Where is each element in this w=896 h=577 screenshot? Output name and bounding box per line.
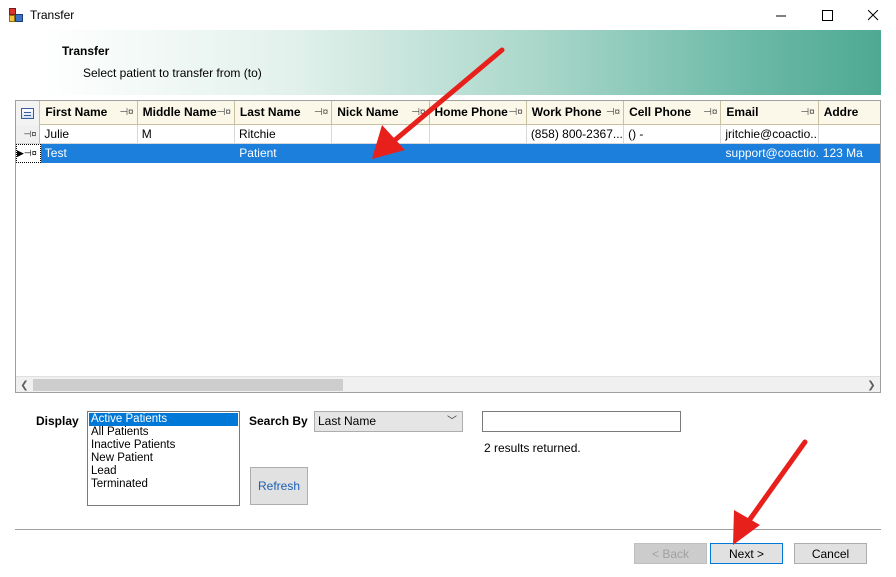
cell-last-name[interactable]: Ritchie (234, 125, 333, 144)
column-header-middle-name[interactable]: Middle Name ⊣¤ (138, 101, 235, 125)
maximize-icon (821, 9, 833, 21)
column-header-address[interactable]: Addre (819, 101, 880, 125)
column-header-last-name[interactable]: Last Name ⊣¤ (235, 101, 333, 125)
pin-icon[interactable]: ⊣¤ (217, 101, 231, 124)
maximize-button[interactable] (804, 0, 850, 30)
cell-nick-name[interactable] (332, 125, 430, 144)
cell-email[interactable]: jritchie@coactio... (721, 125, 819, 144)
pin-icon[interactable]: ⊣¤ (314, 101, 328, 124)
scroll-left-icon[interactable]: ❮ (16, 377, 33, 392)
cell-first-name[interactable]: Test (40, 144, 139, 163)
page-subtitle: Select patient to transfer from (to) (83, 66, 262, 80)
cell-home-phone[interactable] (429, 144, 528, 163)
pin-icon[interactable]: ⊣¤ (800, 101, 814, 124)
search-by-label: Search By (249, 414, 308, 428)
display-label: Display (36, 414, 79, 428)
window-title: Transfer (30, 8, 75, 22)
cell-cell-phone[interactable] (624, 144, 722, 163)
page-title: Transfer (62, 44, 110, 58)
column-chooser-icon (21, 107, 35, 119)
cell-address[interactable]: 123 Ma (818, 144, 880, 163)
minimize-icon (775, 15, 786, 16)
display-option[interactable]: Lead (89, 465, 238, 478)
patient-grid[interactable]: First Name ⊣¤ Middle Name ⊣¤ Last Name ⊣¤ N… (15, 100, 881, 393)
display-listbox[interactable]: Active Patients All Patients Inactive Pa… (87, 411, 240, 506)
next-button[interactable]: Next > (710, 543, 783, 564)
column-header-cell-phone[interactable]: Cell Phone ⊣¤ (624, 101, 722, 125)
pin-icon[interactable]: ⊣¤ (509, 101, 523, 124)
cell-last-name[interactable]: Patient (235, 144, 333, 163)
cell-middle-name[interactable]: M (137, 125, 235, 144)
cell-nick-name[interactable] (332, 144, 430, 163)
column-header-home-phone[interactable]: Home Phone ⊣¤ (430, 101, 527, 125)
column-chooser-button[interactable] (16, 101, 41, 125)
cell-address[interactable] (818, 125, 880, 144)
search-input[interactable] (482, 411, 681, 432)
cell-first-name[interactable]: Julie (40, 125, 138, 144)
wizard-header: Transfer Select patient to transfer from… (40, 30, 881, 95)
pin-icon[interactable]: ⊣¤ (119, 101, 133, 124)
row-selector[interactable]: ⊣¤ (16, 125, 41, 144)
close-icon (867, 9, 878, 20)
column-header-first-name[interactable]: First Name ⊣¤ (40, 101, 138, 125)
scroll-thumb[interactable] (33, 379, 343, 391)
minimize-button[interactable] (758, 0, 804, 30)
cell-work-phone[interactable] (527, 144, 625, 163)
current-row-indicator[interactable]: ▶⊣¤ (16, 144, 41, 163)
column-header-email[interactable]: Email ⊣¤ (721, 101, 819, 125)
display-option[interactable]: All Patients (89, 426, 238, 439)
table-row-selected[interactable]: ▶⊣¤ Test Patient support@coactio... 123 … (16, 144, 880, 163)
search-by-dropdown[interactable]: Last Name ﹀ (314, 411, 463, 432)
pin-icon[interactable]: ⊣¤ (703, 101, 717, 124)
table-row[interactable]: ⊣¤ Julie M Ritchie (858) 800-2367... () … (16, 125, 880, 144)
divider (15, 529, 881, 531)
display-option[interactable]: Active Patients (89, 413, 238, 426)
cell-email[interactable]: support@coactio... (721, 144, 819, 163)
grid-header: First Name ⊣¤ Middle Name ⊣¤ Last Name ⊣¤ N… (16, 101, 880, 125)
close-button[interactable] (850, 0, 896, 30)
cell-home-phone[interactable] (429, 125, 527, 144)
column-header-work-phone[interactable]: Work Phone ⊣¤ (527, 101, 625, 125)
cell-work-phone[interactable]: (858) 800-2367... (526, 125, 625, 144)
cell-cell-phone[interactable]: () - (624, 125, 722, 144)
column-header-nick-name[interactable]: Nick Name ⊣¤ (332, 101, 430, 125)
horizontal-scrollbar[interactable]: ❮ ❯ (16, 376, 880, 392)
back-button[interactable]: < Back (634, 543, 707, 564)
cancel-button[interactable]: Cancel (794, 543, 867, 564)
app-icon (9, 8, 23, 22)
scroll-right-icon[interactable]: ❯ (863, 377, 880, 392)
refresh-button[interactable]: Refresh (250, 467, 308, 505)
pin-icon[interactable]: ⊣¤ (411, 101, 425, 124)
results-count: 2 results returned. (484, 441, 581, 455)
pin-icon[interactable]: ⊣¤ (606, 101, 620, 124)
display-option[interactable]: Inactive Patients (89, 439, 238, 452)
chevron-down-icon: ﹀ (447, 416, 457, 427)
display-option[interactable]: Terminated (89, 478, 238, 491)
display-option[interactable]: New Patient (89, 452, 238, 465)
title-bar: Transfer (0, 0, 896, 30)
cell-middle-name[interactable] (138, 144, 236, 163)
search-by-value: Last Name (318, 414, 377, 428)
